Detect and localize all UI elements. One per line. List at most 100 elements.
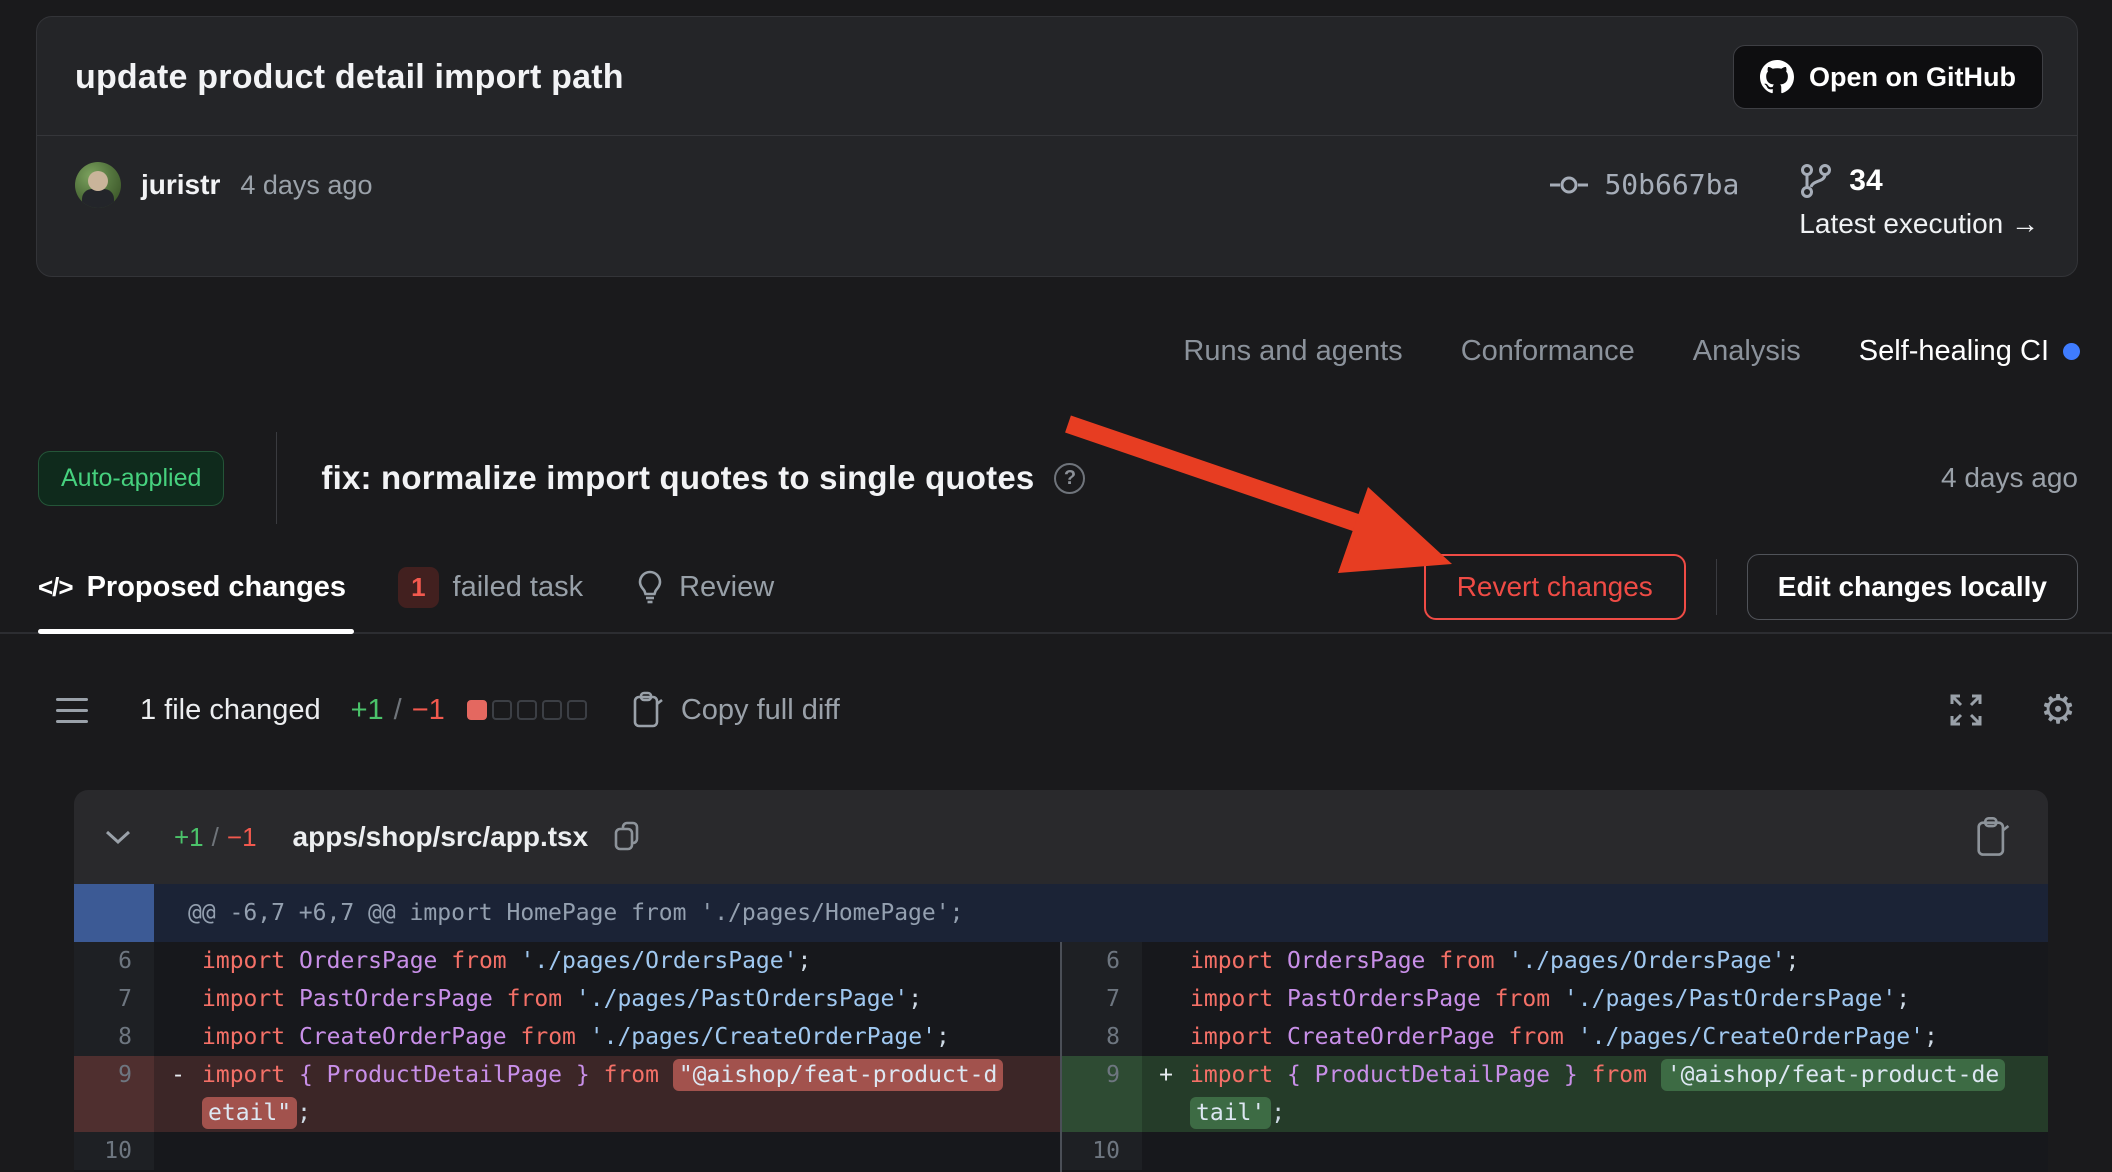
- executions-group: 34 Latest execution →: [1799, 162, 2039, 240]
- ratio-square-empty: [542, 700, 562, 720]
- line-number: 6: [74, 942, 154, 980]
- line-number: 8: [1062, 1018, 1142, 1056]
- ratio-square-empty: [517, 700, 537, 720]
- vertical-divider: [1716, 559, 1717, 615]
- settings-button[interactable]: ⚙: [2040, 690, 2076, 730]
- diff-line[interactable]: 7import PastOrdersPage from './pages/Pas…: [74, 980, 1060, 1018]
- additions-count: +1: [351, 694, 384, 727]
- fix-time: 4 days ago: [1941, 462, 2078, 494]
- git-commit-icon: [1548, 171, 1590, 199]
- gear-icon: ⚙: [2040, 690, 2076, 730]
- line-number: [74, 1094, 154, 1132]
- notification-dot: [2063, 343, 2080, 360]
- hunk-gutter-block: [74, 884, 154, 942]
- diff-line[interactable]: tail';: [1062, 1094, 2048, 1132]
- copy-icon: [612, 820, 642, 854]
- code-text: [1142, 1132, 2048, 1170]
- active-tab-underline: [38, 629, 354, 634]
- nav-tab-analysis[interactable]: Analysis: [1693, 335, 1801, 368]
- code-text: import OrdersPage from './pages/OrdersPa…: [1142, 942, 2048, 980]
- open-on-github-label: Open on GitHub: [1809, 62, 2016, 93]
- author-row: juristr 4 days ago 50b667ba 34 Latest ex…: [37, 136, 2077, 276]
- code-text: import OrdersPage from './pages/OrdersPa…: [154, 942, 1060, 980]
- code-text: import PastOrdersPage from './pages/Past…: [154, 980, 1060, 1018]
- nav-tab-self-healing-ci[interactable]: Self-healing CI: [1859, 335, 2080, 368]
- line-number: 10: [1062, 1132, 1142, 1170]
- code-text: [154, 1132, 1060, 1170]
- latest-execution-link[interactable]: Latest execution →: [1799, 208, 2039, 240]
- file-additions: +1: [174, 822, 204, 853]
- code-text: tail';: [1142, 1094, 2048, 1132]
- ratio-square-empty: [567, 700, 587, 720]
- auto-applied-badge: Auto-applied: [38, 451, 224, 506]
- file-path: apps/shop/src/app.tsx: [293, 821, 589, 853]
- code-text: import CreateOrderPage from './pages/Cre…: [154, 1018, 1060, 1056]
- diff-pane-new: 6import OrdersPage from './pages/OrdersP…: [1060, 942, 2048, 1172]
- fix-banner: Auto-applied fix: normalize import quote…: [38, 432, 2078, 524]
- avatar[interactable]: [75, 162, 121, 208]
- clipboard-icon: [1974, 815, 2012, 859]
- diff-line[interactable]: 7import PastOrdersPage from './pages/Pas…: [1062, 980, 2048, 1018]
- open-on-github-button[interactable]: Open on GitHub: [1733, 45, 2043, 109]
- tab-proposed-changes[interactable]: </> Proposed changes: [38, 571, 346, 604]
- diff-line[interactable]: 8import CreateOrderPage from './pages/Cr…: [1062, 1018, 2048, 1056]
- execution-count: 34: [1849, 164, 1882, 198]
- change-ratio-squares: [467, 700, 587, 720]
- line-number: 7: [74, 980, 154, 1018]
- ratio-square-filled: [467, 700, 487, 720]
- diff-line[interactable]: 10: [1062, 1132, 2048, 1170]
- line-number: 8: [74, 1018, 154, 1056]
- expand-icon: [1948, 692, 1984, 728]
- fix-title: fix: normalize import quotes to single q…: [321, 459, 1034, 497]
- diff-line[interactable]: 9+import { ProductDetailPage } from '@ai…: [1062, 1056, 2048, 1094]
- files-changed-label: 1 file changed: [140, 694, 321, 727]
- page-title: update product detail import path: [75, 58, 624, 97]
- copy-full-diff-button[interactable]: Copy full diff: [631, 690, 840, 730]
- code-text: -import { ProductDetailPage } from "@ais…: [154, 1056, 1060, 1094]
- diff-toolbar: 1 file changed +1 / −1 Copy full diff ⚙: [56, 678, 2076, 742]
- diff-line[interactable]: 10: [74, 1132, 1060, 1170]
- commit-hash: 50b667ba: [1604, 168, 1739, 201]
- code-text: +import { ProductDetailPage } from '@ais…: [1142, 1056, 2048, 1094]
- line-number: 9: [74, 1056, 154, 1094]
- copy-file-diff-button[interactable]: [1974, 815, 2012, 859]
- tab-review[interactable]: Review: [635, 570, 774, 604]
- deletions-count: −1: [412, 694, 445, 727]
- code-text: import PastOrdersPage from './pages/Past…: [1142, 980, 2048, 1018]
- hunk-header: @@ -6,7 +6,7 @@ import HomePage from './…: [74, 884, 2048, 942]
- diff-line[interactable]: 6import OrdersPage from './pages/OrdersP…: [74, 942, 1060, 980]
- commit-time: 4 days ago: [240, 170, 372, 201]
- nav-tab-runs-and-agents[interactable]: Runs and agents: [1183, 335, 1402, 368]
- diff-pane-old: 6import OrdersPage from './pages/OrdersP…: [74, 942, 1060, 1172]
- diff-line[interactable]: 6import OrdersPage from './pages/OrdersP…: [1062, 942, 2048, 980]
- chevron-down-icon[interactable]: [104, 829, 132, 845]
- nav-tab-conformance[interactable]: Conformance: [1461, 335, 1635, 368]
- diff-line[interactable]: 9-import { ProductDetailPage } from "@ai…: [74, 1056, 1060, 1094]
- revert-changes-button[interactable]: Revert changes: [1424, 554, 1686, 620]
- edit-changes-locally-button[interactable]: Edit changes locally: [1747, 554, 2078, 620]
- author-name: juristr: [141, 169, 220, 201]
- file-list-menu-icon[interactable]: [56, 698, 88, 723]
- code-icon: </>: [38, 572, 73, 603]
- changes-tab-row: </> Proposed changes 1 failed task Revie…: [0, 542, 2112, 634]
- line-number: 7: [1062, 980, 1142, 1018]
- line-number: 6: [1062, 942, 1142, 980]
- top-nav-tabs: Runs and agents Conformance Analysis Sel…: [0, 335, 2080, 368]
- diff-line[interactable]: etail";: [74, 1094, 1060, 1132]
- tab-failed-task[interactable]: 1 failed task: [398, 567, 583, 608]
- ratio-square-empty: [492, 700, 512, 720]
- copy-path-button[interactable]: [612, 820, 642, 854]
- diff-line[interactable]: 8import CreateOrderPage from './pages/Cr…: [74, 1018, 1060, 1056]
- code-text: etail";: [154, 1094, 1060, 1132]
- commit-hash-group[interactable]: 50b667ba: [1548, 168, 1739, 201]
- hunk-text: @@ -6,7 +6,7 @@ import HomePage from './…: [188, 900, 963, 926]
- lightbulb-icon: [635, 570, 665, 604]
- diff-panes: 6import OrdersPage from './pages/OrdersP…: [74, 942, 2048, 1172]
- github-icon: [1760, 60, 1794, 94]
- line-number: [1062, 1094, 1142, 1132]
- failed-count-badge: 1: [398, 567, 438, 608]
- expand-fullscreen-button[interactable]: [1948, 692, 1984, 728]
- line-number: 10: [74, 1132, 154, 1170]
- help-icon[interactable]: ?: [1054, 463, 1085, 494]
- git-branch-icon: [1799, 162, 1833, 200]
